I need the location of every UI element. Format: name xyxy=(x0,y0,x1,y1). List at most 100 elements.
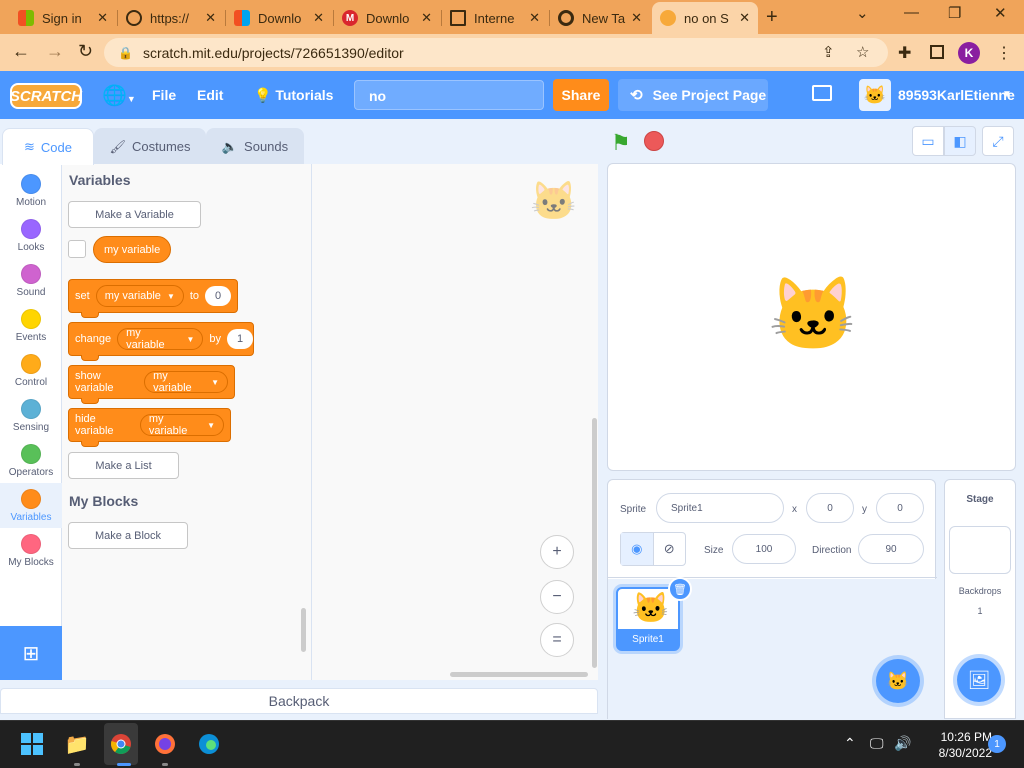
minimize-icon[interactable]: — xyxy=(904,4,919,21)
volume-icon[interactable]: 🔊 xyxy=(894,735,911,752)
show-variable-block[interactable]: show variable my variable ▼ xyxy=(68,365,235,404)
side-panel-icon[interactable] xyxy=(930,45,944,59)
category-variables[interactable]: Variables xyxy=(0,483,62,528)
user-avatar[interactable]: 🐱 xyxy=(859,79,891,111)
show-eye-icon[interactable]: ◉ xyxy=(621,533,654,565)
stage-thumbnail[interactable] xyxy=(949,526,1011,574)
edit-menu[interactable]: Edit xyxy=(197,87,223,103)
variable-dropdown[interactable]: my variable ▼ xyxy=(95,285,184,307)
browser-tab[interactable]: Interne ✕ xyxy=(442,4,548,32)
workspace-vertical-scrollbar[interactable] xyxy=(592,418,597,668)
tab-search-icon[interactable]: ⌄ xyxy=(856,4,869,22)
see-project-page-button[interactable]: ⟲ See Project Page xyxy=(618,79,768,111)
category-sound[interactable]: Sound xyxy=(0,258,62,303)
direction-input[interactable]: 90 xyxy=(858,534,924,564)
category-looks[interactable]: Looks xyxy=(0,213,62,258)
script-workspace[interactable]: 🐱 + − = xyxy=(312,164,598,680)
x-position-input[interactable]: 0 xyxy=(806,493,854,523)
sprite-thumbnail[interactable]: 🐱 Sprite1 🗑 xyxy=(616,577,692,651)
my-stuff-folder-icon[interactable] xyxy=(812,85,832,101)
edge-icon[interactable] xyxy=(196,731,222,757)
close-icon[interactable]: ✕ xyxy=(529,10,540,26)
green-flag-icon[interactable]: ⚑ xyxy=(611,130,631,156)
tab-costumes[interactable]: 🖌 Costumes xyxy=(94,128,206,164)
make-variable-button[interactable]: Make a Variable xyxy=(68,201,201,228)
language-globe-icon[interactable]: 🌐▼ xyxy=(102,83,136,108)
share-button[interactable]: Share xyxy=(553,79,609,111)
hide-eye-icon[interactable]: ⊘ xyxy=(654,533,686,565)
make-block-button[interactable]: Make a Block xyxy=(68,522,188,549)
lock-icon[interactable]: 🔒 xyxy=(118,46,133,60)
file-menu[interactable]: File xyxy=(152,87,176,103)
close-icon[interactable]: ✕ xyxy=(739,10,750,26)
back-icon[interactable]: ← xyxy=(12,41,30,62)
network-icon[interactable]: 🖵 xyxy=(870,735,884,752)
reload-icon[interactable]: ↻ xyxy=(78,41,93,62)
stop-icon[interactable] xyxy=(644,131,664,151)
close-icon[interactable]: ✕ xyxy=(205,10,216,26)
category-sensing[interactable]: Sensing xyxy=(0,393,62,438)
browser-tab[interactable]: New Ta ✕ xyxy=(550,4,650,32)
project-title-input[interactable]: no xyxy=(354,80,544,110)
windows-start-icon[interactable] xyxy=(19,731,45,757)
variable-reporter-block[interactable]: my variable xyxy=(93,236,172,263)
share-page-icon[interactable]: ⇪ xyxy=(822,43,835,61)
notification-badge[interactable]: 1 xyxy=(988,735,1006,753)
zoom-out-button[interactable]: − xyxy=(540,580,574,614)
browser-tab-active[interactable]: no on S ✕ xyxy=(652,2,758,34)
choose-backdrop-button[interactable]: 🖼 xyxy=(957,658,1001,702)
menu-dots-icon[interactable]: ⋮ xyxy=(996,43,1012,63)
close-icon[interactable]: ✕ xyxy=(421,10,432,26)
hide-variable-block[interactable]: hide variable my variable ▼ xyxy=(68,408,231,447)
normal-stage-button[interactable]: ◧ xyxy=(944,126,976,156)
palette-scrollbar[interactable] xyxy=(301,608,306,652)
workspace-horizontal-scrollbar[interactable] xyxy=(450,672,588,677)
fullscreen-button[interactable]: ⤢ xyxy=(982,126,1014,156)
change-variable-block[interactable]: change my variable ▼ by 1 xyxy=(68,322,254,361)
set-variable-block[interactable]: set my variable ▼ to 0 xyxy=(68,279,238,318)
variable-dropdown[interactable]: my variable ▼ xyxy=(139,413,224,437)
variable-dropdown[interactable]: my variable ▼ xyxy=(144,370,228,394)
browser-tab[interactable]: https:// ✕ xyxy=(118,4,224,32)
tutorials-menu[interactable]: 💡 Tutorials xyxy=(254,87,333,104)
small-stage-button[interactable]: ▭ xyxy=(912,126,944,156)
chevron-down-icon[interactable]: ▼ xyxy=(1002,89,1012,100)
make-list-button[interactable]: Make a List xyxy=(68,452,179,479)
value-input[interactable]: 0 xyxy=(205,286,232,306)
tab-sounds[interactable]: 🔈 Sounds xyxy=(206,128,304,164)
y-position-input[interactable]: 0 xyxy=(876,493,924,523)
category-control[interactable]: Control xyxy=(0,348,62,393)
variable-checkbox[interactable] xyxy=(68,240,86,258)
zoom-reset-button[interactable]: = xyxy=(540,623,574,657)
firefox-icon[interactable] xyxy=(152,731,178,757)
cat-sprite-icon[interactable]: 🐱 xyxy=(768,272,858,357)
zoom-in-button[interactable]: + xyxy=(540,535,574,569)
variable-dropdown[interactable]: my variable ▼ xyxy=(117,327,204,351)
category-motion[interactable]: Motion xyxy=(0,168,62,213)
extensions-icon[interactable]: ✚ xyxy=(898,43,911,63)
close-icon[interactable]: ✕ xyxy=(97,10,108,26)
show-hidden-icons-icon[interactable]: ⌃ xyxy=(844,735,856,752)
choose-sprite-button[interactable]: 🐱 xyxy=(876,659,920,703)
category-events[interactable]: Events xyxy=(0,303,62,348)
close-window-icon[interactable]: ✕ xyxy=(994,4,1007,22)
tab-code[interactable]: ≋ Code xyxy=(2,128,94,165)
size-input[interactable]: 100 xyxy=(732,534,796,564)
add-extension-button[interactable]: ⊞ xyxy=(0,626,62,680)
new-tab-button[interactable]: + xyxy=(766,6,778,29)
browser-tab[interactable]: Sign in ✕ xyxy=(10,4,116,32)
bookmark-star-icon[interactable]: ☆ xyxy=(856,43,869,61)
file-explorer-icon[interactable]: 📁 xyxy=(64,731,90,757)
stage-selector[interactable]: Stage Backdrops 1 🖼 xyxy=(944,479,1016,719)
address-bar[interactable]: 🔒 scratch.mit.edu/projects/726651390/edi… xyxy=(104,38,888,67)
scratch-logo[interactable]: SCRATCH xyxy=(10,83,82,109)
username[interactable]: 89593KarlEtienne xyxy=(898,87,1015,103)
value-input[interactable]: 1 xyxy=(227,329,253,349)
browser-tab[interactable]: M Downlo ✕ xyxy=(334,4,440,32)
restore-icon[interactable]: ❐ xyxy=(948,4,961,22)
forward-icon[interactable]: → xyxy=(46,41,64,62)
profile-avatar[interactable]: K xyxy=(958,42,980,64)
close-icon[interactable]: ✕ xyxy=(313,10,324,26)
delete-sprite-icon[interactable]: 🗑 xyxy=(668,577,692,601)
sprite-name-input[interactable]: Sprite1 xyxy=(656,493,784,523)
